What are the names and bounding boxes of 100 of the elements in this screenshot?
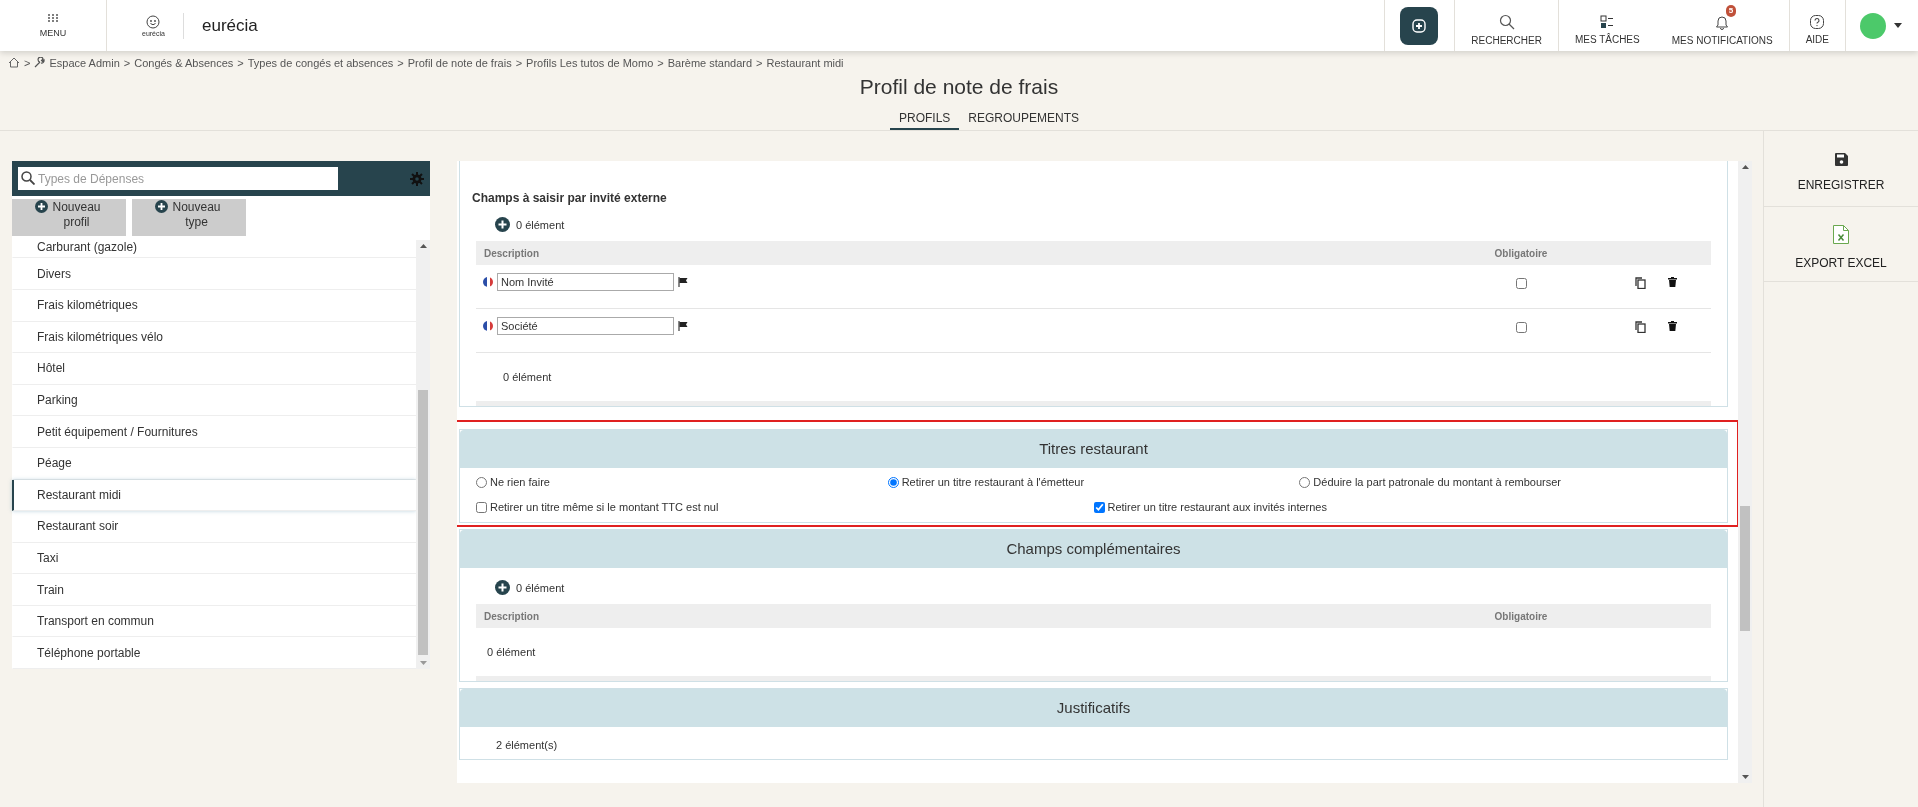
checkbox[interactable] <box>1515 278 1527 289</box>
grid-icon <box>48 13 58 22</box>
arrow-up-icon <box>419 244 427 248</box>
breadcrumb-link[interactable]: Congés & Absences <box>134 56 234 69</box>
column-header: Obligatoire <box>1493 610 1549 622</box>
list-item[interactable]: Train <box>12 574 416 606</box>
plus-icon <box>1412 18 1427 33</box>
list-item[interactable]: Hôtel <box>12 353 416 385</box>
option-label[interactable]: Ne rien faire <box>490 476 550 488</box>
option-label[interactable]: Retirer un titre même si le montant TTC est nul <box>490 501 719 513</box>
section-header: Champs complémentaires <box>460 530 1727 568</box>
flag-icon[interactable] <box>678 321 688 331</box>
option-label[interactable]: Retirer un titre restaurant à l'émetteur <box>901 476 1085 488</box>
trash-icon[interactable] <box>1668 277 1677 287</box>
column-header: Description <box>483 610 540 622</box>
list-item[interactable]: Transport en commun <box>12 605 416 638</box>
list-item[interactable]: Téléphone portable <box>12 637 416 670</box>
scrollbar-thumb[interactable] <box>1740 506 1750 631</box>
search-field[interactable]: Types de Dépenses <box>18 167 338 190</box>
brand-name: eurécia <box>182 12 258 39</box>
add-button[interactable] <box>495 217 510 232</box>
section-header: Titres restaurant <box>460 430 1727 468</box>
checklist-icon <box>1600 14 1615 29</box>
plus-circle-icon <box>154 200 168 213</box>
arrow-down-icon <box>419 661 427 665</box>
search-icon <box>1498 13 1515 30</box>
smiley-icon <box>146 14 161 29</box>
toolbar-button[interactable]: MES TÂCHES <box>1558 0 1656 51</box>
list-item[interactable]: Frais kilométriques <box>12 289 416 322</box>
breadcrumb-link[interactable]: Profils Les tutos de Momo <box>526 56 654 69</box>
breadcrumb-separator: > <box>657 56 664 69</box>
breadcrumb-link[interactable]: Profil de note de frais <box>407 56 512 69</box>
avatar-icon <box>1860 12 1886 39</box>
list-item[interactable]: Petit équipement / Fournitures <box>12 416 416 448</box>
breadcrumb-separator: > <box>123 56 131 69</box>
scrollbar[interactable] <box>1738 161 1752 783</box>
checkbox[interactable] <box>1093 501 1105 513</box>
scrollbar-thumb[interactable] <box>418 390 428 655</box>
list-item[interactable]: Carburant (gazole) <box>12 240 416 259</box>
option-label[interactable]: Retirer un titre restaurant aux invités internes <box>1107 501 1327 513</box>
page-title: Profil de note de frais <box>858 75 1060 100</box>
text-field[interactable]: Société <box>497 317 674 335</box>
toolbar-button[interactable]: MES NOTIFICATIONS 5 <box>1655 0 1790 51</box>
new-button[interactable]: Nouveau type <box>132 199 246 236</box>
breadcrumb-separator: > <box>24 56 31 69</box>
plus-circle-icon <box>495 580 510 595</box>
wrench-icon <box>34 57 46 68</box>
plus-circle-icon <box>34 200 48 213</box>
toolbar-button[interactable]: RECHERCHER <box>1455 0 1559 51</box>
copy-icon[interactable] <box>1635 321 1646 333</box>
copy-icon[interactable] <box>1635 277 1646 289</box>
column-header: Description <box>483 247 540 259</box>
list-item[interactable]: Péage <box>12 447 416 480</box>
list-item[interactable]: Parking <box>12 384 416 417</box>
add-button[interactable] <box>495 580 510 595</box>
flag-icon[interactable] <box>678 277 688 287</box>
list-item[interactable]: Divers <box>12 258 416 290</box>
radio-button[interactable] <box>1299 476 1311 488</box>
checkbox[interactable] <box>476 501 487 513</box>
element-count: 2 élément(s) <box>495 738 559 753</box>
option-label[interactable]: Déduire la part patronale du montant à rembourser <box>1313 476 1561 488</box>
arrow-down-icon <box>1741 775 1749 779</box>
flag-icon <box>483 277 493 287</box>
action-button[interactable]: ENREGISTRER <box>1764 131 1918 207</box>
toolbar-button[interactable]: AIDE <box>1789 0 1846 51</box>
section-title: Champs à saisir par invité externe <box>471 190 668 205</box>
breadcrumb-separator: > <box>397 56 404 69</box>
bell-icon <box>1715 13 1730 30</box>
spreadsheet-icon <box>1833 225 1849 244</box>
breadcrumb-link[interactable]: Espace Admin <box>49 56 120 69</box>
menu-button[interactable]: MENU <box>0 0 107 51</box>
help-icon <box>1810 14 1825 29</box>
new-button[interactable]: Nouveau profil <box>12 199 126 236</box>
tab[interactable]: PROFILS <box>889 105 960 130</box>
scrollbar[interactable] <box>416 240 430 669</box>
list-item[interactable]: Frais kilométriques vélo <box>12 321 416 354</box>
search-icon <box>21 171 35 185</box>
caret-icon <box>1894 23 1902 28</box>
list-item[interactable]: Restaurant soir <box>12 511 416 543</box>
flag-icon <box>483 321 493 331</box>
breadcrumb-link[interactable]: Restaurant midi <box>766 56 844 69</box>
text-field[interactable]: Nom Invité <box>497 273 674 291</box>
breadcrumb-separator: > <box>237 56 244 69</box>
breadcrumb-link[interactable]: Barème standard <box>667 56 753 69</box>
radio-button[interactable] <box>887 476 899 488</box>
checkbox[interactable] <box>1515 322 1527 333</box>
breadcrumb-link[interactable]: Types de congés et absences <box>247 56 394 69</box>
element-count: 0 élément <box>476 628 1711 681</box>
section-header: Justificatifs <box>460 689 1727 727</box>
breadcrumb-separator: > <box>756 56 763 69</box>
element-count: 0 élément <box>516 218 565 231</box>
list-item[interactable]: Taxi <box>12 542 416 575</box>
column-header: Obligatoire <box>1493 247 1549 259</box>
tab[interactable]: REGROUPEMENTS <box>959 105 1088 130</box>
add-button[interactable] <box>1400 6 1439 45</box>
trash-icon[interactable] <box>1668 321 1677 331</box>
arrow-up-icon <box>1741 165 1749 169</box>
action-button[interactable]: EXPORT EXCEL <box>1764 207 1918 282</box>
save-icon <box>1834 152 1848 166</box>
radio-button[interactable] <box>476 476 487 488</box>
